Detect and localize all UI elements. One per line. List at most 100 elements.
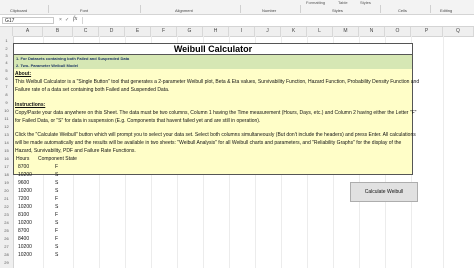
table-cell-hours[interactable]: 8700: [18, 164, 29, 171]
table-cell-state[interactable]: S: [55, 252, 58, 259]
column-header[interactable]: D: [99, 27, 125, 36]
column-header[interactable]: E: [125, 27, 151, 36]
column-header[interactable]: H: [203, 27, 229, 36]
table-cell-state[interactable]: S: [55, 220, 58, 227]
row-header[interactable]: 22: [0, 204, 13, 209]
group-editing: Editing: [440, 8, 453, 13]
cancel-icon[interactable]: ×: [59, 17, 62, 24]
table-cell-hours[interactable]: 9600: [18, 180, 29, 187]
row-header[interactable]: 20: [0, 188, 13, 193]
about-text-line: This Weibull Calculator is a "Single But…: [15, 79, 420, 85]
row-header[interactable]: 24: [0, 220, 13, 225]
enter-icon[interactable]: ✓: [65, 17, 69, 24]
row-header[interactable]: 3: [0, 53, 13, 58]
row-header[interactable]: 27: [0, 244, 13, 249]
row-header[interactable]: 29: [0, 260, 13, 265]
row-header[interactable]: 15: [0, 148, 13, 153]
table-cell-state[interactable]: F: [55, 212, 58, 219]
column-header[interactable]: L: [307, 27, 333, 36]
row-header[interactable]: 14: [0, 140, 13, 145]
column-header[interactable]: J: [255, 27, 281, 36]
column-header[interactable]: B: [43, 27, 73, 36]
row-header[interactable]: 1: [0, 38, 13, 43]
row-header[interactable]: 21: [0, 196, 13, 201]
formula-separator: [82, 17, 83, 24]
ribbon-table[interactable]: Table: [338, 0, 348, 5]
row-header[interactable]: 12: [0, 124, 13, 129]
table-header-hours[interactable]: Hours: [16, 156, 29, 163]
click-text-line: Hazard, Survivability, PDF and Failure R…: [15, 148, 136, 154]
table-cell-state[interactable]: F: [55, 196, 58, 203]
table-cell-hours[interactable]: 8700: [18, 228, 29, 235]
table-cell-state[interactable]: S: [55, 204, 58, 211]
row-header[interactable]: 8: [0, 92, 13, 97]
row-header[interactable]: 4: [0, 60, 13, 65]
ribbon-separator: [48, 5, 49, 13]
table-cell-state[interactable]: S: [55, 172, 58, 179]
ribbon-separator: [430, 5, 431, 13]
table-cell-state[interactable]: S: [55, 244, 58, 251]
column-header[interactable]: N: [359, 27, 385, 36]
row-header[interactable]: 28: [0, 252, 13, 257]
table-cell-hours[interactable]: 10200: [18, 172, 32, 179]
table-cell-hours[interactable]: 8100: [18, 212, 29, 219]
table-cell-hours[interactable]: 7200: [18, 196, 29, 203]
instructions-heading: Instructions:: [15, 102, 46, 108]
row-header[interactable]: 16: [0, 156, 13, 161]
row-header[interactable]: 17: [0, 164, 13, 169]
group-alignment: Alignment: [175, 8, 193, 13]
row-header[interactable]: 6: [0, 76, 13, 81]
table-cell-hours[interactable]: 10200: [18, 204, 32, 211]
table-cell-state[interactable]: F: [55, 228, 58, 235]
table-cell-state[interactable]: S: [55, 180, 58, 187]
name-box[interactable]: G17: [2, 17, 54, 24]
row-header[interactable]: 5: [0, 68, 13, 73]
column-header[interactable]: C: [73, 27, 99, 36]
subtitle-datasets: 1. For Datasets containing both Failed a…: [13, 55, 413, 62]
row-header[interactable]: 13: [0, 132, 13, 137]
column-header[interactable]: Q: [443, 27, 474, 36]
row-header[interactable]: 18: [0, 172, 13, 177]
column-header[interactable]: A: [13, 27, 43, 36]
row-header[interactable]: 9: [0, 100, 13, 105]
row-header[interactable]: 7: [0, 84, 13, 89]
calculate-weibull-button[interactable]: Calculate Weibull: [350, 182, 418, 202]
column-header[interactable]: F: [151, 27, 177, 36]
table-cell-hours[interactable]: 10200: [18, 188, 32, 195]
column-header[interactable]: K: [281, 27, 307, 36]
ribbon-separator: [380, 5, 381, 13]
ribbon: Formatting Table Styles Clipboard Font A…: [0, 0, 474, 15]
row-header[interactable]: 10: [0, 108, 13, 113]
column-header[interactable]: G: [177, 27, 203, 36]
group-clipboard: Clipboard: [10, 8, 28, 13]
table-cell-state[interactable]: S: [55, 188, 58, 195]
instructions-text-line: for Failed Data, or "S" for data in susp…: [15, 118, 261, 124]
group-styles: Styles: [332, 8, 343, 13]
table-cell-hours[interactable]: 8400: [18, 236, 29, 243]
row-header[interactable]: 19: [0, 180, 13, 185]
row-header[interactable]: 2: [0, 46, 13, 51]
table-cell-hours[interactable]: 10200: [18, 244, 32, 251]
ribbon-formatting[interactable]: Formatting: [306, 0, 325, 5]
table-cell-hours[interactable]: 10200: [18, 220, 32, 227]
ribbon-separator: [300, 5, 301, 13]
table-cell-state[interactable]: F: [55, 236, 58, 243]
table-cell-hours[interactable]: 10200: [18, 252, 32, 259]
table-cell-state[interactable]: F: [55, 164, 58, 171]
row-header[interactable]: 25: [0, 228, 13, 233]
group-number: Number: [262, 8, 277, 13]
column-header[interactable]: I: [229, 27, 255, 36]
table-header-state[interactable]: Component State: [38, 156, 77, 163]
ribbon-styles[interactable]: Styles: [360, 0, 371, 5]
fx-icon[interactable]: fx: [73, 16, 77, 22]
row-header[interactable]: 11: [0, 116, 13, 121]
worksheet-grid[interactable]: A B C D E F G H I J K L M N O P Q 1 2 3 …: [0, 27, 474, 268]
ribbon-separator: [240, 5, 241, 13]
row-header[interactable]: 26: [0, 236, 13, 241]
column-header[interactable]: P: [411, 27, 443, 36]
group-font: Font: [80, 8, 89, 13]
select-all-corner[interactable]: [0, 27, 13, 36]
column-header[interactable]: M: [333, 27, 359, 36]
row-header[interactable]: 23: [0, 212, 13, 217]
column-header[interactable]: O: [385, 27, 411, 36]
